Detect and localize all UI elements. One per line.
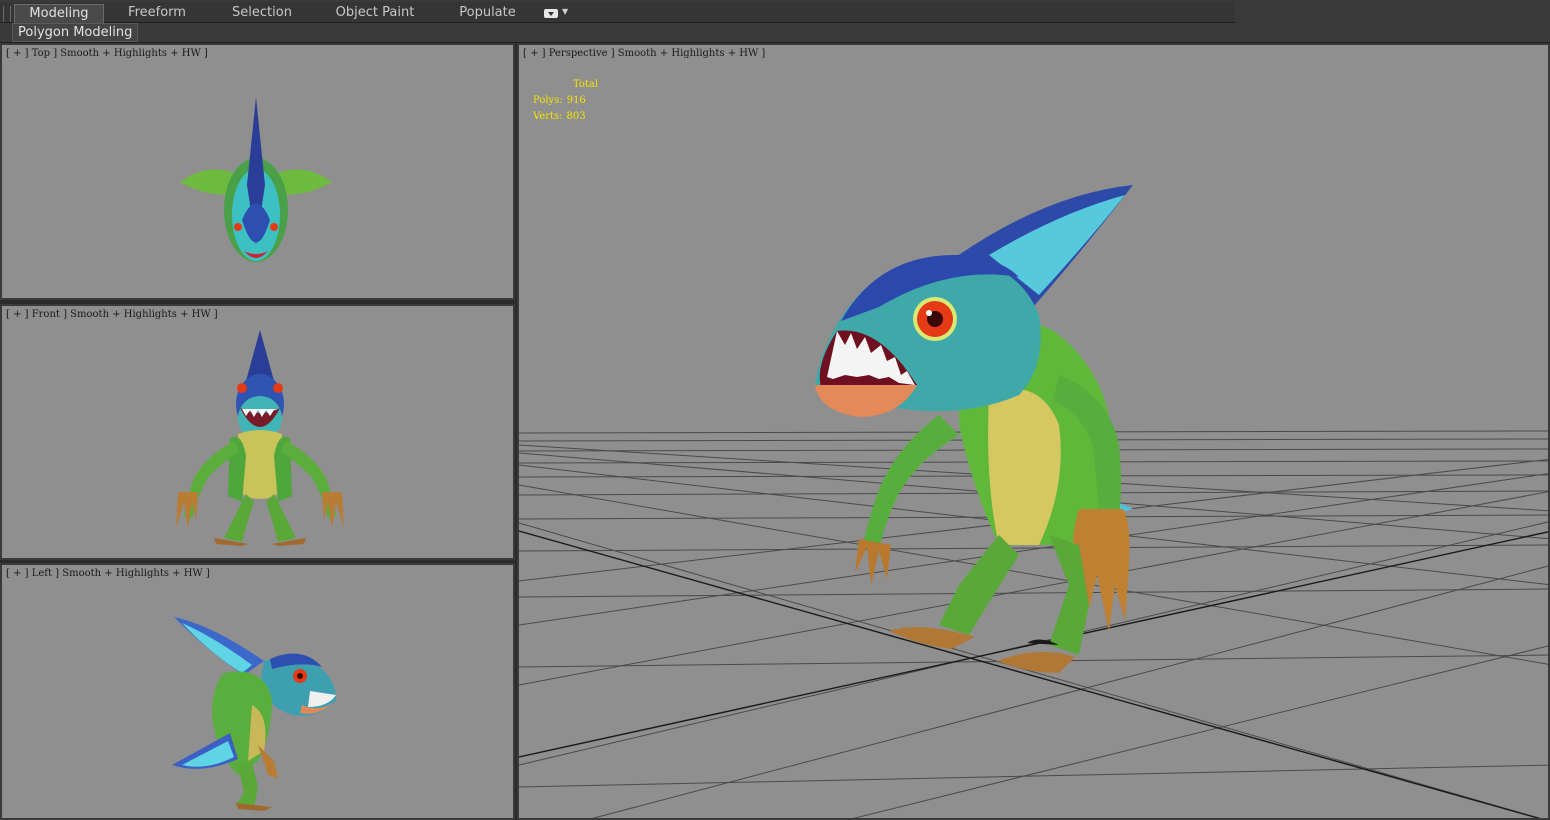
tab-freeform[interactable]: Freeform [112,4,202,22]
creature-left-view [172,617,336,811]
ribbon: Modeling Freeform Selection Object Paint… [0,0,1550,43]
viewport-front[interactable]: [ + ] Front ] Smooth + Highlights + HW ] [0,304,515,560]
stats-polys-row: Polys: 916 [533,93,598,109]
tab-modeling[interactable]: Modeling [14,4,104,23]
stats-verts-label: Verts: [533,111,563,122]
creature-front-view [176,330,344,546]
creature-top-view [180,97,332,262]
grid-axis-line [519,531,1548,758]
stats-verts-row: Verts: 803 [533,109,598,125]
ribbon-grip-handle[interactable] [3,6,11,22]
chevron-down-icon[interactable]: ▼ [562,7,568,16]
creature-perspective-model [815,185,1133,673]
tab-selection[interactable]: Selection [218,4,306,22]
viewport-perspective-label[interactable]: [ + ] Perspective ] Smooth + Highlights … [523,48,765,59]
viewport-perspective[interactable]: [ + ] Perspective ] Smooth + Highlights … [517,43,1550,820]
stats-polys-value: 916 [566,95,586,106]
polygon-modeling-panel-label[interactable]: Polygon Modeling [12,23,139,42]
stats-polys-label: Polys: [533,95,563,106]
ribbon-tab-bar: Modeling Freeform Selection Object Paint… [0,2,1235,23]
stats-verts-value: 803 [566,111,586,122]
stats-header: Total [573,79,599,90]
viewport-top[interactable]: [ + ] Top ] Smooth + Highlights + HW ] [0,43,515,300]
statistics-overlay: Total Polys: 916 Verts: 803 [533,77,598,125]
tab-populate[interactable]: Populate [445,4,530,22]
viewport-left[interactable]: [ + ] Left ] Smooth + Highlights + HW ] [0,563,515,820]
ribbon-options-icon[interactable] [544,9,558,18]
perspective-scene [519,185,1548,818]
tab-object-paint[interactable]: Object Paint [325,4,425,22]
